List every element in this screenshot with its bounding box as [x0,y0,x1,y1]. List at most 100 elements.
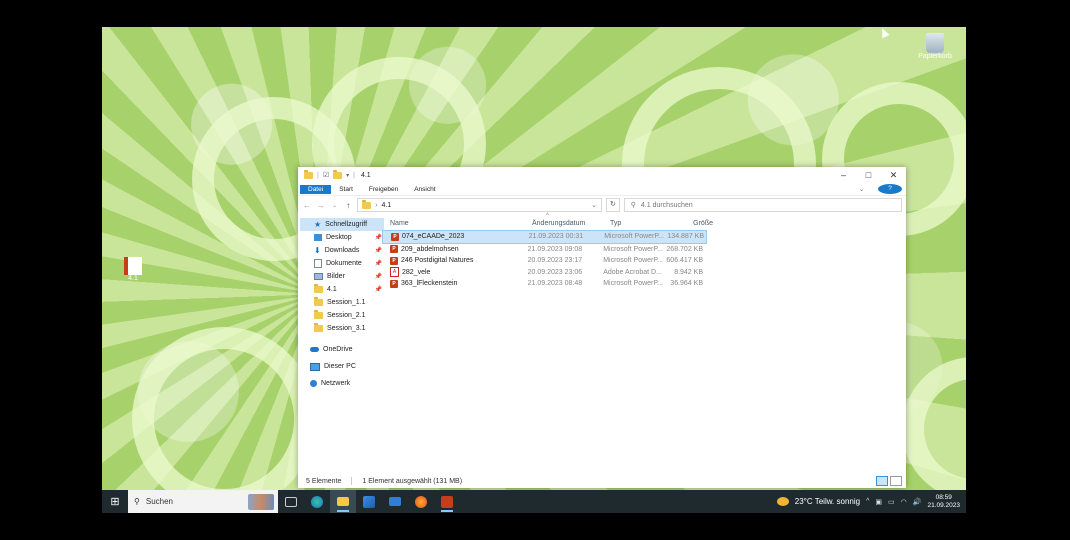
clock[interactable]: 08:59 21.09.2023 [927,494,960,510]
nav-item-this-pc[interactable]: Dieser PC [298,360,386,373]
nav-item-onedrive[interactable]: OneDrive [298,343,386,356]
file-type: Microsoft PowerP... [603,257,663,265]
edge-icon [311,495,323,508]
folder-icon [314,323,323,332]
column-header-type[interactable]: Typ [610,220,675,227]
file-name: 363_lFleckenstein [401,280,458,288]
task-view-button[interactable] [278,490,304,513]
recent-locations-icon[interactable]: ⌄ [330,202,340,209]
window-title: 4.1 [360,171,371,179]
documents-icon [314,259,322,268]
wifi-icon[interactable]: ◠ [901,498,907,506]
tab-ansicht[interactable]: Ansicht [406,185,443,194]
file-type: Microsoft PowerP... [603,280,663,288]
ribbon-right: ⌄ ? [851,184,906,194]
breadcrumb-item[interactable]: 4.1 [381,202,391,209]
tab-start[interactable]: Start [331,185,361,194]
file-date: 21.09.2023 08:48 [527,280,583,288]
title-bar[interactable]: | ☑ ▾ | 4.1 – □ ✕ [298,167,906,183]
nav-item-session-3-1[interactable]: Session_3.1 [298,322,386,335]
battery-icon[interactable]: ▭ [888,498,895,506]
taskbar-search[interactable]: ⚲ Suchen [128,490,278,513]
mail-icon [389,497,401,506]
sort-ascending-icon: ^ [546,213,549,219]
search-highlight-image [248,493,274,510]
volume-icon[interactable]: 🔊 [913,498,922,506]
recycle-bin-icon [926,33,944,53]
large-icons-view-icon[interactable] [890,476,902,486]
maximize-button[interactable]: □ [856,170,881,181]
folder-icon [362,199,372,209]
expand-ribbon-icon[interactable]: ⌄ [851,185,872,194]
navigation-pane: ★ Schnellzugriff Desktop 📌 ⬇ Downloads 📌… [298,214,386,476]
help-icon[interactable]: ? [878,184,902,194]
taskbar-app-powerpoint[interactable] [434,490,460,513]
taskbar-app-explorer[interactable] [330,490,356,513]
file-explorer-icon [337,497,349,506]
file-name: 282_vele [402,268,431,276]
chevron-down-icon[interactable]: ▾ [346,172,349,179]
desktop-icon-ppt-file[interactable]: 4.1 [122,257,144,282]
weather-text[interactable]: 23°C Teilw. sonnig [795,497,860,506]
nav-item-label: Session_1.1 [327,299,366,306]
download-icon: ⬇ [314,246,321,255]
nav-item-label: 4.1 [327,286,337,293]
taskbar-search-placeholder: Suchen [145,497,173,506]
file-date: 21.09.2023 00:31 [528,233,584,241]
nav-item-desktop[interactable]: Desktop 📌 [298,231,386,244]
search-icon: ⚲ [134,497,140,506]
file-row[interactable]: P 074_eCAADe_2023 21.09.2023 00:31 Micros… [382,230,707,244]
taskbar-app-store[interactable] [356,490,382,513]
nav-item-session-1-1[interactable]: Session_1.1 [298,296,386,309]
nav-item-session-2-1[interactable]: Session_2.1 [298,309,386,322]
column-header-date[interactable]: Änderungsdatum [532,220,610,227]
start-button[interactable]: ⊞ [102,495,128,508]
address-bar[interactable]: › 4.1 ⌄ [357,198,602,212]
tablet-icon[interactable]: ▣ [875,498,882,506]
weather-icon [776,497,789,506]
file-row[interactable]: A 282_vele 20.09.2023 23:06 Adobe Acrobat… [382,267,705,279]
column-header-name[interactable]: Name [386,220,532,227]
taskbar-app-firefox[interactable] [408,490,434,513]
file-row[interactable]: P 246 Postdigital Natures 20.09.2023 23:1… [382,255,705,267]
minimize-button[interactable]: – [831,170,856,181]
up-button[interactable]: ↑ [343,201,353,210]
close-button[interactable]: ✕ [881,170,906,181]
tab-freigeben[interactable]: Freigeben [361,185,406,194]
desktop-icon-recycle-bin[interactable]: Papierkorb [918,33,952,60]
file-name: 074_eCAADe_2023 [402,233,465,241]
file-type: Microsoft PowerP... [604,233,664,241]
nav-item-4-1[interactable]: 4.1 📌 [298,283,386,296]
details-view-icon[interactable] [876,476,888,486]
taskbar-app-mail[interactable] [382,490,408,513]
powerpoint-file-icon: P [391,232,399,241]
pdf-file-icon: A [390,267,399,278]
address-dropdown-icon[interactable]: ⌄ [591,201,597,209]
pin-icon: 📌 [374,248,382,254]
nav-item-pictures[interactable]: Bilder 📌 [298,270,386,283]
desktop-icon [314,234,322,241]
tab-datei[interactable]: Datei [300,184,332,194]
file-explorer-window: | ☑ ▾ | 4.1 – □ ✕ Datei Start Freigeben … [298,167,906,488]
pin-icon: 📌 [374,261,382,267]
search-input[interactable]: ⚲ 4.1 durchsuchen [623,198,902,212]
file-row[interactable]: P 209_abdelmohsen 21.09.2023 09:08 Micros… [382,244,705,256]
nav-item-downloads[interactable]: ⬇ Downloads 📌 [298,244,386,257]
column-header-size[interactable]: Größe [675,220,715,227]
forward-button[interactable]: → [316,201,326,210]
properties-icon[interactable]: ☑ [323,171,329,179]
back-button[interactable]: ← [302,201,312,210]
taskbar-app-edge[interactable] [304,490,330,513]
nav-item-network[interactable]: Netzwerk [298,377,386,390]
refresh-button[interactable]: ↻ [606,198,620,212]
star-icon: ★ [314,220,322,229]
file-date: 21.09.2023 09:08 [527,245,583,253]
nav-item-quick-access[interactable]: ★ Schnellzugriff [300,218,384,231]
file-row[interactable]: P 363_lFleckenstein 21.09.2023 08:48 Micr… [382,278,705,290]
nav-item-label: Desktop [326,234,352,241]
nav-item-documents[interactable]: Dokumente 📌 [298,257,386,270]
new-folder-icon[interactable] [333,169,343,179]
chevron-up-icon[interactable]: ^ [866,498,869,505]
explorer-body: ★ Schnellzugriff Desktop 📌 ⬇ Downloads 📌… [298,213,906,476]
nav-item-label: Dieser PC [324,363,356,370]
